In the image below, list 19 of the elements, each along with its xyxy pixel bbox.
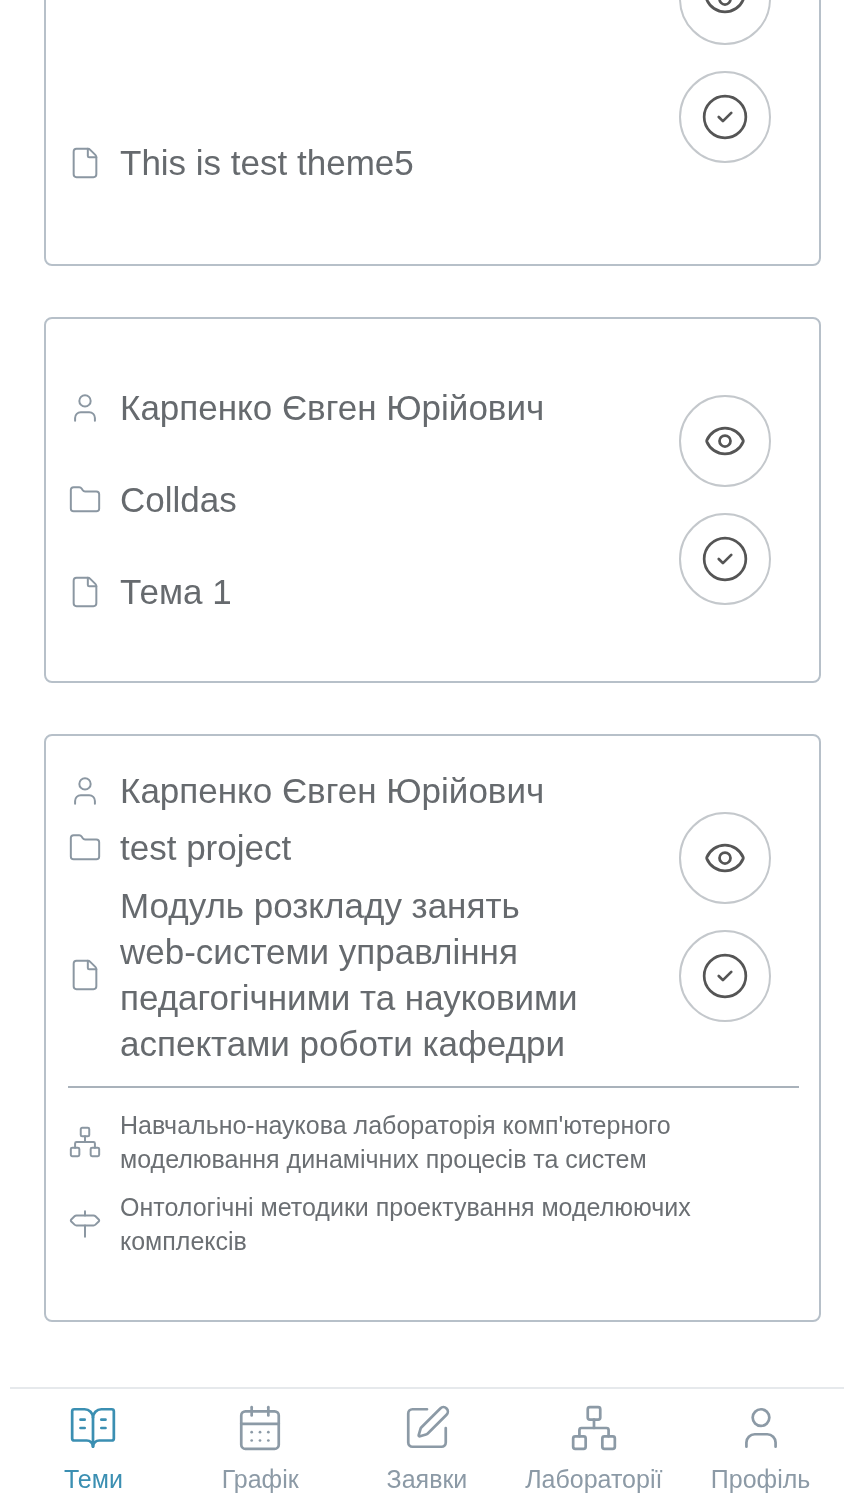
nav-tab[interactable]: Теми — [18, 1403, 169, 1494]
nav-tab[interactable]: Профіль — [685, 1403, 836, 1494]
nav-tab[interactable]: Лабораторії — [518, 1403, 669, 1494]
person-text: Карпенко Євген Юрійович — [120, 387, 545, 429]
nav-tab[interactable]: Заявки — [352, 1403, 502, 1494]
direction-text: Онтологічні методики проектування моделюючих комплексів — [120, 1192, 692, 1257]
nav-tab[interactable]: Графік — [185, 1403, 336, 1494]
person-text: Карпенко Євген Юрійович — [120, 769, 545, 812]
signpost-icon — [68, 1207, 102, 1241]
theme-text: Модуль розкладу занять web-системи управління педагогічними та науковими аспектами роботи кафедри — [120, 884, 579, 1065]
network-icon — [68, 1125, 102, 1159]
project-text: test project — [120, 827, 292, 869]
check-icon — [700, 92, 750, 142]
theme-text: This is test theme5 — [120, 142, 414, 184]
theme-text: Тема 1 — [120, 571, 232, 613]
check-icon — [700, 951, 750, 1001]
laboratory-text: Навчально-наукова лабораторія комп'ютерного моделювання динамічних процесів та систем — [120, 1110, 672, 1175]
project-text: Colldas — [120, 479, 237, 521]
check-icon — [700, 534, 750, 584]
